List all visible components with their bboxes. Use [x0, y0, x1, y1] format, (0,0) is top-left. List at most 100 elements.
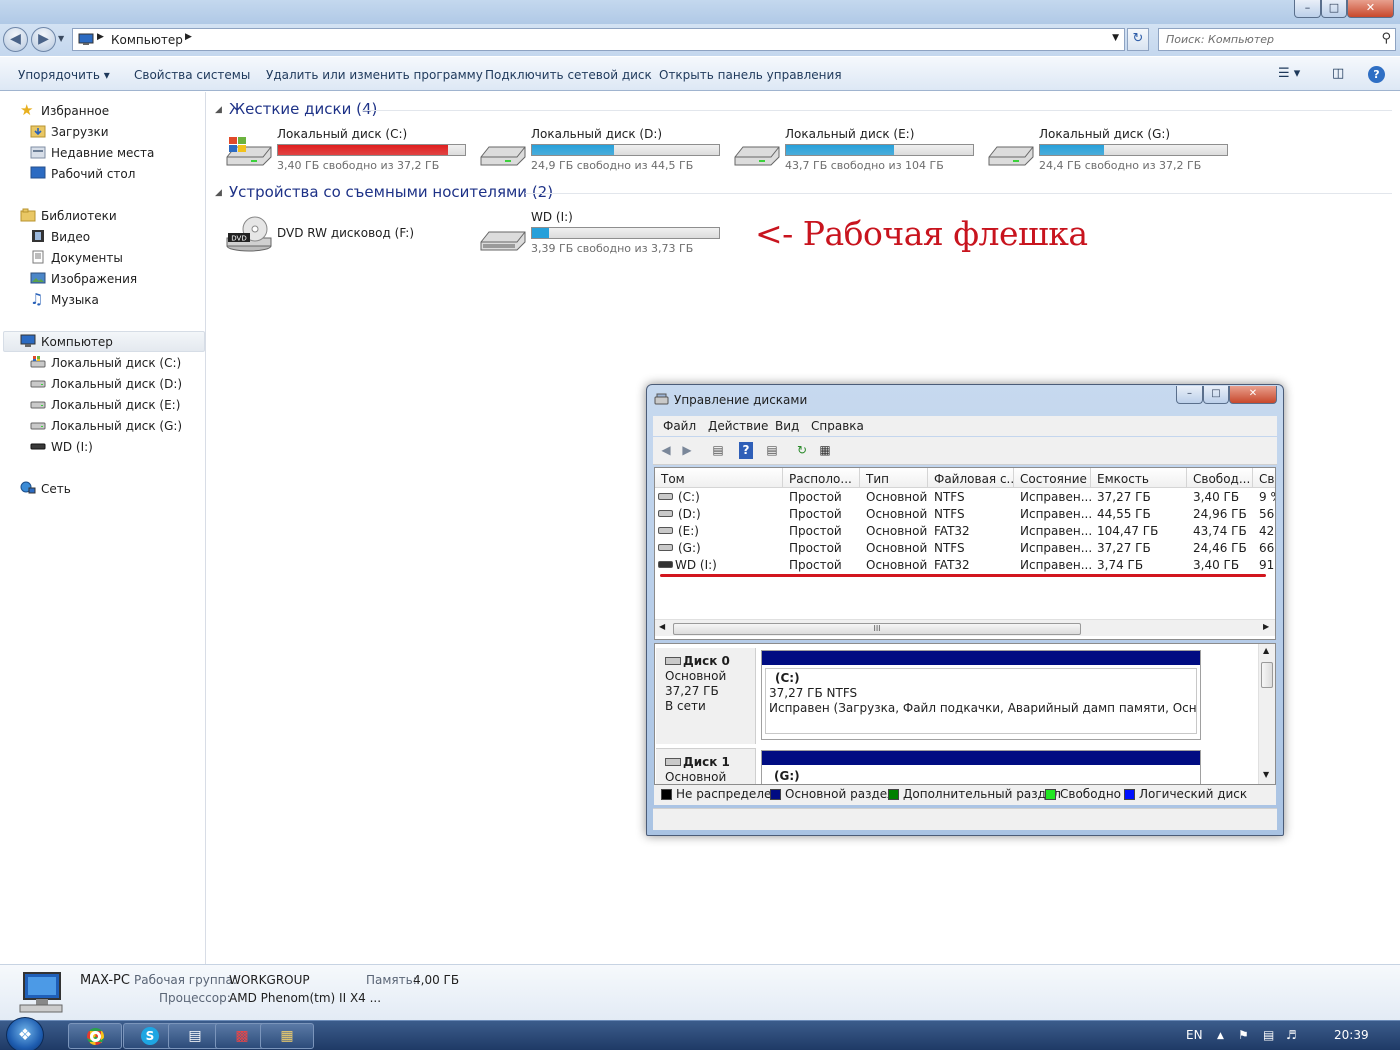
hard-drive-item[interactable]: Локальный диск (C:) 3,40 ГБ свободно из 3… — [225, 127, 475, 175]
scrollbar-thumb[interactable]: III — [673, 623, 1081, 635]
back-button[interactable]: ◀ — [3, 27, 28, 52]
downloads-folder-icon — [30, 125, 46, 138]
volume-row[interactable]: (D:) Простой Основной NTFS Исправен... 44,55 … — [655, 506, 1275, 523]
column-header[interactable]: Располо... — [783, 468, 860, 488]
wd-usage-fill — [532, 228, 549, 238]
refresh-button[interactable]: ↻ — [1127, 28, 1149, 51]
help-icon[interactable]: ? — [1368, 66, 1385, 83]
libraries-icon — [20, 208, 36, 222]
menu-action[interactable]: Действие — [708, 419, 768, 433]
menu-view[interactable]: Вид — [775, 419, 799, 433]
taskbar-computer-management-button[interactable]: ▤ — [168, 1023, 222, 1049]
nav-desktop-label: Рабочий стол — [51, 167, 136, 181]
volume-cell: Простой — [789, 490, 842, 504]
collapse-arrow-icon[interactable]: ◢ — [215, 105, 222, 115]
volume-cell: WD (I:) — [675, 558, 717, 572]
maximize-button[interactable]: □ — [1321, 0, 1347, 18]
group-divider — [525, 193, 1392, 194]
hard-drives-group-title[interactable]: Жесткие диски (4) — [229, 100, 377, 118]
column-header[interactable]: Св — [1253, 468, 1275, 488]
column-header[interactable]: Тип — [860, 468, 928, 488]
preview-pane-icon[interactable]: ◫ — [1332, 66, 1344, 81]
view-options-icon[interactable]: ☰ ▾ — [1278, 66, 1300, 81]
menu-help[interactable]: Справка — [811, 419, 864, 433]
dm-maximize-button[interactable]: □ — [1203, 386, 1229, 404]
scroll-right-icon[interactable]: ▶ — [1263, 622, 1269, 631]
collapse-arrow-icon[interactable]: ◢ — [215, 188, 222, 198]
start-button[interactable]: ❖ — [6, 1017, 44, 1050]
refresh-icon[interactable]: ↻ — [793, 442, 811, 459]
forward-button[interactable]: ▶ — [31, 27, 56, 52]
column-header[interactable]: Свобод... — [1187, 468, 1253, 488]
primary-partition-bar — [762, 651, 1200, 665]
chrome-icon — [86, 1028, 104, 1045]
scroll-up-icon[interactable]: ▲ — [1263, 646, 1269, 655]
disk1-label[interactable]: Диск 1 Основной — [656, 748, 756, 784]
volume-cell: 104,47 ГБ — [1097, 524, 1159, 538]
volume-row[interactable]: (C:) Простой Основной NTFS Исправен... 37,27 … — [655, 489, 1275, 506]
column-header[interactable]: Емкость — [1091, 468, 1187, 488]
dm-close-button[interactable]: ✕ — [1229, 386, 1277, 404]
forward-arrow-icon[interactable]: ▶ — [678, 442, 696, 459]
horizontal-scrollbar[interactable]: ◀ III ▶ — [655, 619, 1275, 636]
console-tree-icon[interactable]: ▤ — [709, 442, 727, 459]
volume-row[interactable]: WD (I:) Простой Основной FAT32 Исправен... 3,… — [655, 557, 1275, 574]
breadcrumb-computer[interactable]: Компьютер — [111, 33, 183, 47]
volume-icon[interactable]: ♬ — [1286, 1028, 1297, 1042]
clock[interactable]: 20:39 — [1334, 1028, 1369, 1042]
disk1-partition-g[interactable]: (G:) — [761, 750, 1201, 784]
address-dropdown-icon[interactable]: ▼ — [1112, 33, 1119, 43]
close-button[interactable]: ✕ — [1347, 0, 1394, 18]
action-center-icon[interactable]: ⚑ — [1238, 1028, 1249, 1042]
open-control-panel-button[interactable]: Открыть панель управления — [659, 68, 842, 82]
taskbar-explorer-button[interactable]: ▦ — [260, 1023, 314, 1049]
column-header[interactable]: Состояние — [1014, 468, 1091, 488]
show-hidden-icons-icon[interactable]: ▲ — [1217, 1031, 1224, 1041]
wd-drive-item[interactable]: WD (I:) 3,39 ГБ свободно из 3,73 ГБ — [479, 210, 729, 258]
search-input[interactable]: Поиск: Компьютер ⚲ — [1158, 28, 1396, 51]
breadcrumb-arrow-icon[interactable]: ▶ — [97, 32, 104, 42]
dvd-badge: DVD — [231, 235, 246, 243]
memory-label: Память: — [366, 973, 417, 987]
removable-group-title[interactable]: Устройства со съемными носителями (2) — [229, 183, 553, 201]
network-tray-icon[interactable]: ▤ — [1263, 1028, 1274, 1042]
column-header[interactable]: Файловая с... — [928, 468, 1014, 488]
minimize-button[interactable]: – — [1294, 0, 1321, 18]
drive-usage-bar — [277, 144, 466, 156]
menu-file[interactable]: Файл — [663, 419, 696, 433]
volume-cell: Исправен... — [1020, 541, 1091, 555]
scrollbar-thumb[interactable] — [1261, 662, 1273, 688]
disk0-partition-c[interactable]: (C:) 37,27 ГБ NTFS Исправен (Загрузка, Ф… — [761, 650, 1201, 740]
address-bar[interactable]: ▶ Компьютер ▶ ▼ — [72, 28, 1125, 51]
organize-button[interactable]: Упорядочить ▾ — [18, 68, 110, 82]
volume-cell: (D:) — [678, 507, 701, 521]
search-icon[interactable]: ⚲ — [1381, 31, 1391, 46]
back-arrow-icon[interactable]: ◀ — [657, 442, 675, 459]
volume-cell: Простой — [789, 558, 842, 572]
breadcrumb-arrow-icon[interactable]: ▶ — [185, 32, 192, 42]
volume-cell: Исправен... — [1020, 507, 1091, 521]
column-header[interactable]: Том — [655, 468, 783, 488]
dm-minimize-button[interactable]: – — [1176, 386, 1203, 404]
scroll-left-icon[interactable]: ◀ — [659, 622, 665, 631]
language-indicator[interactable]: EN — [1186, 1028, 1203, 1042]
scroll-down-icon[interactable]: ▼ — [1263, 770, 1269, 779]
volume-row[interactable]: (G:) Простой Основной NTFS Исправен... 37,27 … — [655, 540, 1275, 557]
disk0-status: В сети — [665, 699, 706, 713]
video-library-icon — [32, 230, 44, 242]
hard-drive-item[interactable]: Локальный диск (D:) 24,9 ГБ свободно из 4… — [479, 127, 729, 175]
taskbar-chrome-button[interactable] — [68, 1023, 122, 1049]
uninstall-program-button[interactable]: Удалить или изменить программу — [266, 68, 483, 82]
map-network-drive-button[interactable]: Подключить сетевой диск — [485, 68, 652, 82]
recent-pages-dropdown-icon[interactable]: ▼ — [58, 34, 64, 43]
properties-icon[interactable]: ▤ — [763, 442, 781, 459]
hard-drive-item[interactable]: Локальный диск (G:) 24,4 ГБ свободно из 3… — [987, 127, 1237, 175]
help-icon[interactable]: ? — [739, 442, 753, 459]
hard-drive-item[interactable]: Локальный диск (E:) 43,7 ГБ свободно из 1… — [733, 127, 983, 175]
rescan-disks-icon[interactable]: ▦ — [816, 442, 834, 459]
system-properties-button[interactable]: Свойства системы — [134, 68, 250, 82]
dvd-drive-item[interactable]: DVD DVD RW дисковод (F:) — [225, 210, 475, 258]
volume-row[interactable]: (E:) Простой Основной FAT32 Исправен... 104,4… — [655, 523, 1275, 540]
vertical-scrollbar[interactable]: ▲ ▼ — [1258, 644, 1275, 784]
disk0-label[interactable]: Диск 0 Основной 37,27 ГБ В сети — [656, 648, 756, 744]
